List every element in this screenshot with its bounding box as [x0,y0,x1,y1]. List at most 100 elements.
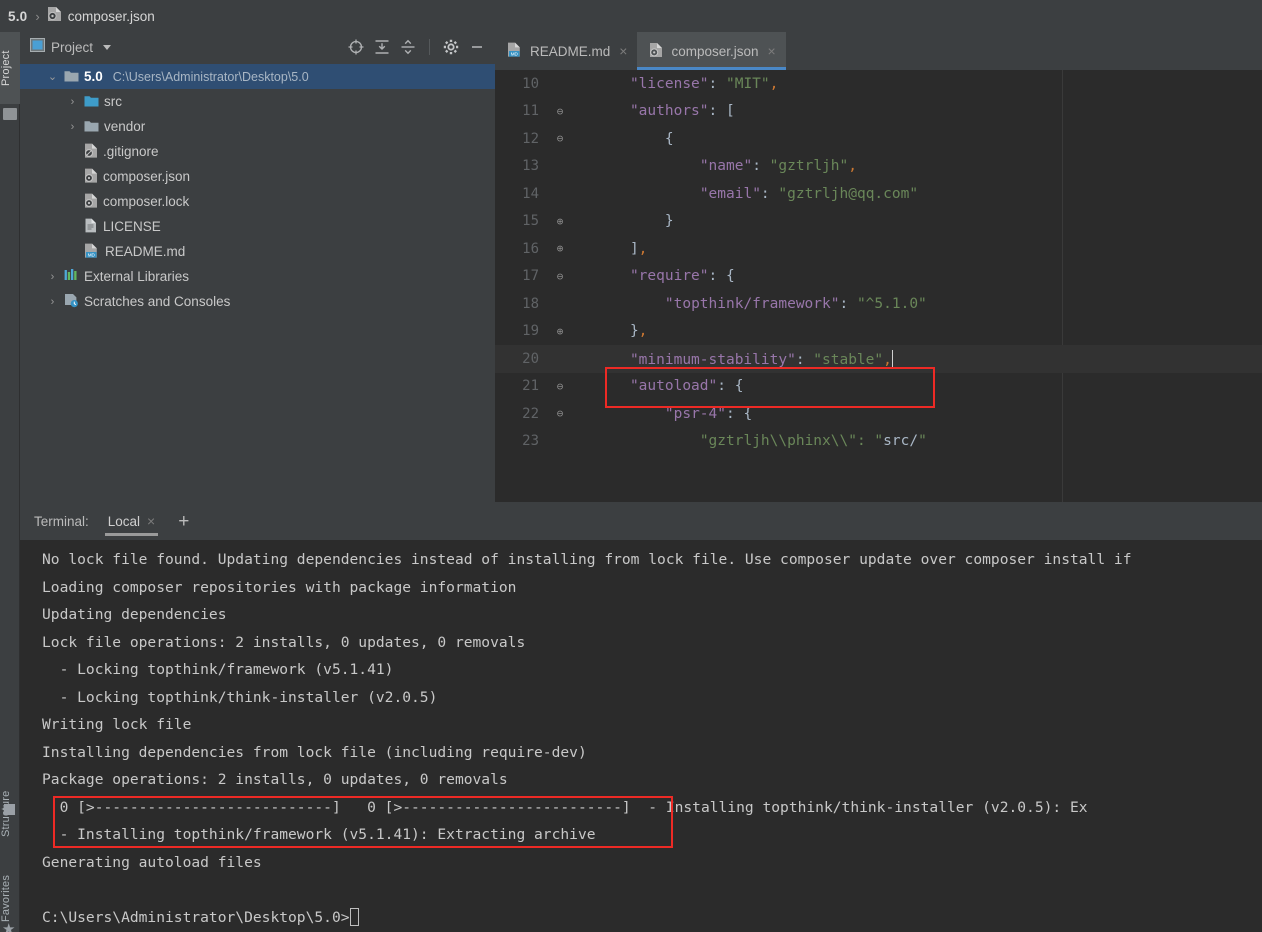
close-icon[interactable]: × [768,43,776,59]
add-terminal-tab-icon[interactable]: + [174,512,193,531]
code-text: "psr-4": { [664,405,753,422]
terminal-cursor [349,907,359,926]
code-fold-icon[interactable]: ⊖ [547,270,573,283]
tree-row-project-root[interactable]: ⌄ 5.0 C:\Users\Administrator\Desktop\5.0 [20,64,495,89]
chevron-right-icon[interactable]: › [46,271,59,283]
editor-tab-bar: MD README.md × composer.json × [495,32,1262,70]
tree-row-composer-json[interactable]: composer.json [20,164,495,189]
tree-row-license[interactable]: LICENSE [20,214,495,239]
tree-row-src[interactable]: › src [20,89,495,114]
code-line[interactable]: 10 "license": "MIT", [495,70,1262,98]
close-icon[interactable]: × [619,43,627,59]
tree-row-gitignore[interactable]: .gitignore [20,139,495,164]
chevron-right-icon[interactable]: › [66,121,79,133]
terminal-output[interactable]: No lock file found. Updating dependencie… [20,540,1262,932]
code-line[interactable]: 21 ⊖ "autoload": { [495,373,1262,401]
sidebar-item-project[interactable]: Project [0,32,20,104]
code-fold-icon[interactable]: ⊕ [547,242,573,255]
chevron-down-icon[interactable]: ⌄ [46,70,59,83]
tree-row-scratches-and-consoles[interactable]: › Scratches and Consoles [20,289,495,314]
code-fold-icon[interactable]: ⊕ [547,325,573,338]
code-text: "email": "gztrljh@qq.com" [699,185,919,202]
folder-blue-icon [84,94,99,110]
tab-composer-json[interactable]: composer.json × [637,32,786,70]
close-icon[interactable]: × [147,513,155,529]
code-line[interactable]: 17 ⊖ "require": { [495,263,1262,291]
chevron-right-icon[interactable]: › [46,296,59,308]
breadcrumb-project-root[interactable]: 5.0 [8,9,27,24]
code-line[interactable]: 19 ⊕ }, [495,318,1262,346]
code-fold-icon[interactable]: ⊖ [547,407,573,420]
structure-icon [4,804,15,815]
code-text: "topthink/framework": "^5.1.0" [664,295,927,312]
tree-row-external-libraries[interactable]: › External Libraries [20,264,495,289]
code-line[interactable]: 14 "email": "gztrljh@qq.com" [495,180,1262,208]
minimize-icon[interactable] [467,37,487,57]
tree-item-label: README.md [105,244,186,259]
line-number: 17 [522,268,539,285]
tab-readme-md[interactable]: MD README.md × [495,32,637,70]
collapse-all-icon[interactable] [398,37,418,57]
terminal-header: Terminal: Local × + [20,502,1262,540]
locate-target-icon[interactable] [346,37,366,57]
svg-text:MD: MD [511,51,519,56]
terminal-line: Loading composer repositories with packa… [42,578,517,596]
text-caret [891,349,893,367]
tree-row-composer-lock[interactable]: composer.lock [20,189,495,214]
gitignore-file-icon [84,143,98,161]
tab-label: README.md [530,43,611,59]
terminal-tab-local[interactable]: Local × [101,502,162,540]
code-text: "require": { [629,268,735,285]
tree-item-path: C:\Users\Administrator\Desktop\5.0 [112,69,309,84]
line-number: 21 [522,378,539,395]
chevron-down-icon[interactable] [103,44,112,50]
line-number: 11 [522,103,539,120]
project-window-icon [30,37,45,57]
scratches-icon [64,293,79,311]
code-line[interactable]: 11 ⊖ "authors": [ [495,98,1262,126]
code-line[interactable]: 12 ⊖ { [495,125,1262,153]
tree-row-readme[interactable]: MD README.md [20,239,495,264]
code-line[interactable]: 18 "topthink/framework": "^5.1.0" [495,290,1262,318]
expand-all-icon[interactable] [372,37,392,57]
markdown-file-icon: MD [84,243,100,261]
code-line[interactable]: 15 ⊕ } [495,208,1262,236]
tree-item-label: 5.0 [84,69,103,84]
tool-tab-label: Favorites [0,874,12,922]
code-fold-icon[interactable]: ⊖ [547,105,573,118]
breadcrumb-file-name[interactable]: composer.json [68,9,155,24]
terminal-line: No lock file found. Updating dependencie… [42,551,1132,568]
line-number: 19 [522,323,539,340]
json-file-icon [649,42,664,61]
code-fold-icon[interactable]: ⊖ [547,132,573,145]
tree-item-label: .gitignore [103,144,159,159]
code-line[interactable]: 20 "minimum-stability": "stable", [495,345,1262,373]
terminal-line: - Locking topthink/think-installer (v2.0… [42,688,438,706]
terminal-line: - Installing topthink/framework (v5.1.41… [42,826,596,843]
code-line[interactable]: 16 ⊕ ], [495,235,1262,263]
libraries-icon [64,268,79,285]
code-text: { [664,130,674,147]
terminal-line: Generating autoload files [42,853,262,871]
code-line[interactable]: 13 "name": "gztrljh", [495,153,1262,181]
code-fold-icon[interactable]: ⊕ [547,215,573,228]
terminal-tool-window: Terminal: Local × + No lock file found. … [20,502,1262,932]
terminal-label: Terminal: [34,513,89,529]
code-fold-icon[interactable]: ⊖ [547,380,573,393]
code-text: }, [629,323,648,340]
code-line[interactable]: 23 "gztrljh\\phinx\\": "src/" [495,428,1262,456]
toolbar-divider [429,39,430,55]
tree-row-vendor[interactable]: › vendor [20,114,495,139]
code-text: "autoload": { [629,378,744,395]
chevron-right-icon[interactable]: › [66,96,79,108]
code-line[interactable]: 22 ⊖ "psr-4": { [495,400,1262,428]
tree-item-label: composer.json [103,169,191,184]
project-icon [3,108,17,120]
folder-icon [84,119,99,135]
ide-window: 5.0 › composer.json Project Structure Fa… [0,0,1262,932]
code-editor[interactable]: 10 "license": "MIT", 11 ⊖ "authors": [12 ⊖ … [495,70,1262,502]
terminal-line: Updating dependencies [42,606,227,623]
line-number: 10 [522,75,539,92]
settings-gear-icon[interactable] [441,37,461,57]
